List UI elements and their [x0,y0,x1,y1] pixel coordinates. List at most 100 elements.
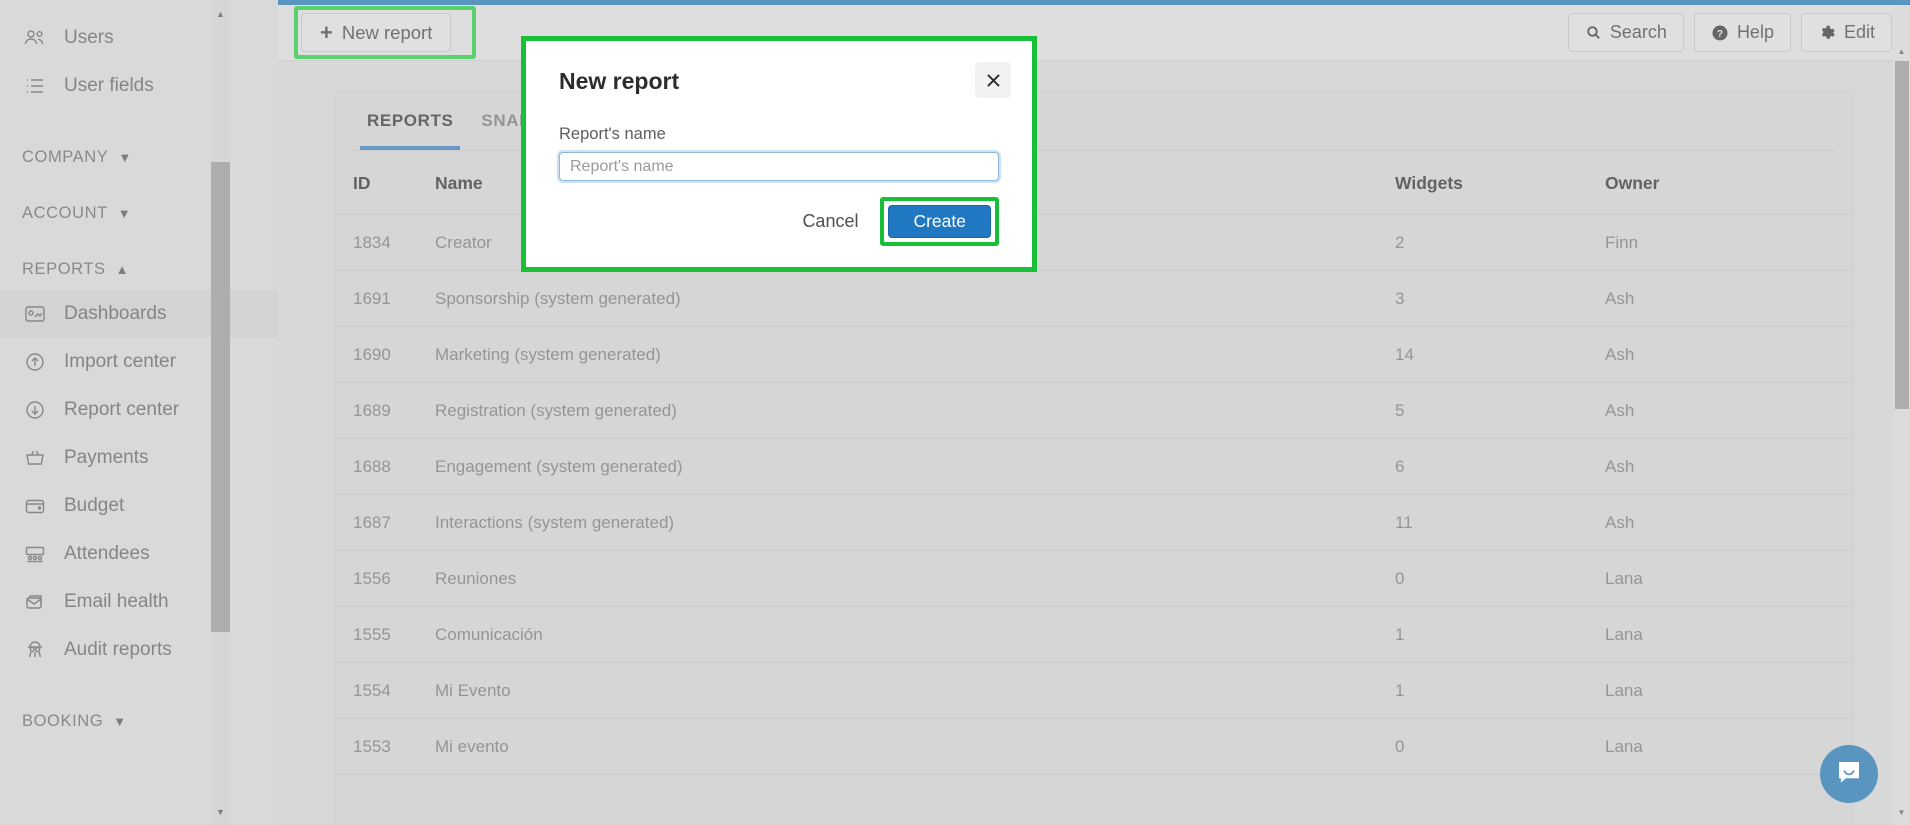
create-button[interactable]: Create [888,205,991,238]
row-chevron-icon[interactable]: › [1845,662,1853,719]
sidebar-item-dashboards[interactable]: Dashboards [0,290,278,338]
cell-widgets: 0 [1395,550,1605,607]
table-row[interactable]: 1687 Interactions (system generated) 11 Ash… [335,494,1853,551]
sidebar-section-company[interactable]: COMPANY ▼ [0,136,278,178]
cell-name: Engagement (system generated) [435,438,915,495]
table-row[interactable]: 1689Registration (system generated) 5Ash› [335,382,1853,439]
cell-widgets: 3 [1395,270,1605,327]
tab-reports[interactable]: REPORTS [353,92,467,150]
modal-title: New report [559,68,680,94]
column-header-id[interactable]: ID [335,151,435,215]
sidebar-section-label: REPORTS [22,259,106,278]
sidebar-scrollbar-thumb[interactable] [211,162,230,632]
cell-owner: Ash [1605,494,1845,551]
sidebar-item-users[interactable]: Users [0,14,278,62]
sidebar-section-label: BOOKING [22,711,104,730]
scroll-up-arrow-icon[interactable]: ▲ [211,4,230,23]
sidebar-item-label: Import center [64,351,176,372]
edit-button[interactable]: Edit [1800,13,1892,52]
row-chevron-icon[interactable]: › [1845,214,1853,271]
page-scroll-down-arrow-icon[interactable]: ▼ [1893,804,1910,821]
sidebar-section-label: COMPANY [22,147,109,166]
row-chevron-icon[interactable]: › [1845,606,1853,663]
help-button[interactable]: ? Help [1693,13,1791,52]
sidebar-item-label: Dashboards [64,303,167,324]
row-chevron-icon[interactable]: › [1845,382,1853,439]
cell-widgets: 2 [1395,214,1605,271]
sidebar-item-report-center[interactable]: Report center [0,386,278,434]
sidebar-item-email-health[interactable]: Email health [0,578,278,626]
cell-name: Reuniones [435,550,915,607]
cell-name: Sponsorship (system generated) [435,270,915,327]
cell-id: 1691 [335,270,435,327]
sidebar-item-payments[interactable]: Payments [0,434,278,482]
cell-widgets: 11 [1395,494,1605,551]
chevron-down-icon: ▼ [118,149,132,165]
cell-owner: Ash [1605,326,1845,383]
sidebar-item-label: Report center [64,399,180,420]
table-row[interactable]: 1690Marketing (system generated) 14Ash› [335,326,1853,383]
sidebar-reports-group: Dashboards Import center Report center P… [0,290,278,674]
cloud-upload-icon [22,349,48,375]
cell-spacer [915,326,1395,383]
report-name-input[interactable] [559,152,999,181]
create-button-highlight: Create [880,197,999,246]
cell-widgets: 0 [1395,718,1605,775]
scroll-down-arrow-icon[interactable]: ▼ [211,802,230,821]
row-chevron-icon[interactable]: › [1845,270,1853,327]
new-report-button[interactable]: + New report [301,13,452,52]
cell-name: Mi evento [435,718,915,775]
chat-launcher-button[interactable] [1820,745,1878,803]
page-scrollbar[interactable]: ▲ ▼ [1893,5,1910,825]
row-chevron-icon[interactable]: › [1845,550,1853,607]
cell-spacer [915,606,1395,663]
cell-owner: Finn [1605,214,1845,271]
cancel-button[interactable]: Cancel [798,205,862,238]
table-body: 1834Creator2Finn›1691Sponsorship (system… [335,214,1853,775]
plus-icon: + [320,19,333,45]
cell-id: 1555 [335,606,435,663]
row-chevron-icon[interactable]: › [1845,494,1853,551]
table-row[interactable]: 1688Engagement (system generated) 6Ash› [335,438,1853,495]
table-row[interactable]: 1556Reuniones 0Lana› [335,550,1853,607]
sidebar-section-booking[interactable]: BOOKING ▼ [0,700,278,742]
sidebar-item-user-fields[interactable]: User fields [0,62,278,110]
sidebar-item-import-center[interactable]: Import center [0,338,278,386]
table-row[interactable]: 1691Sponsorship (system generated) 3Ash› [335,270,1853,327]
column-header-widgets[interactable]: Widgets [1395,151,1605,215]
cell-name: Registration (system generated) [435,382,915,439]
sidebar-section-reports[interactable]: REPORTS ▲ [0,248,278,290]
sidebar-item-audit-reports[interactable]: Audit reports [0,626,278,674]
row-chevron-icon[interactable]: › [1845,326,1853,383]
row-chevron-icon[interactable]: › [1845,438,1853,495]
attendees-icon [22,541,48,567]
sidebar-scrollbar[interactable]: ▲ ▼ [211,0,230,825]
search-icon [1585,24,1602,41]
audit-icon [22,637,48,663]
search-button[interactable]: Search [1567,13,1684,52]
cell-owner: Ash [1605,270,1845,327]
table-row[interactable]: 1553Mi evento0Lana› [335,718,1853,775]
list-icon [22,73,48,99]
table-row[interactable]: 1555Comunicación 1Lana› [335,606,1853,663]
sidebar-item-attendees[interactable]: Attendees [0,530,278,578]
sidebar-item-label: Budget [64,495,125,516]
table-row[interactable]: 1554Mi Evento 1Lana› [335,662,1853,719]
page-scroll-up-arrow-icon[interactable]: ▲ [1893,43,1910,60]
cell-owner: Lana [1605,662,1845,719]
column-header-owner[interactable]: Owner [1605,151,1845,215]
close-icon[interactable] [975,62,1011,98]
help-icon: ? [1711,24,1729,42]
cell-widgets: 1 [1395,606,1605,663]
sidebar-item-label: Attendees [64,543,150,564]
new-report-modal: New report Report's name Cancel Create [527,42,1031,266]
cell-id: 1687 [335,494,435,551]
page-scrollbar-thumb[interactable] [1895,61,1909,409]
cloud-download-icon [22,397,48,423]
cell-widgets: 6 [1395,438,1605,495]
chat-bubble-icon [1834,757,1864,792]
cell-spacer [915,718,1395,775]
sidebar-section-account[interactable]: ACCOUNT ▼ [0,192,278,234]
cell-id: 1688 [335,438,435,495]
sidebar-item-budget[interactable]: Budget [0,482,278,530]
